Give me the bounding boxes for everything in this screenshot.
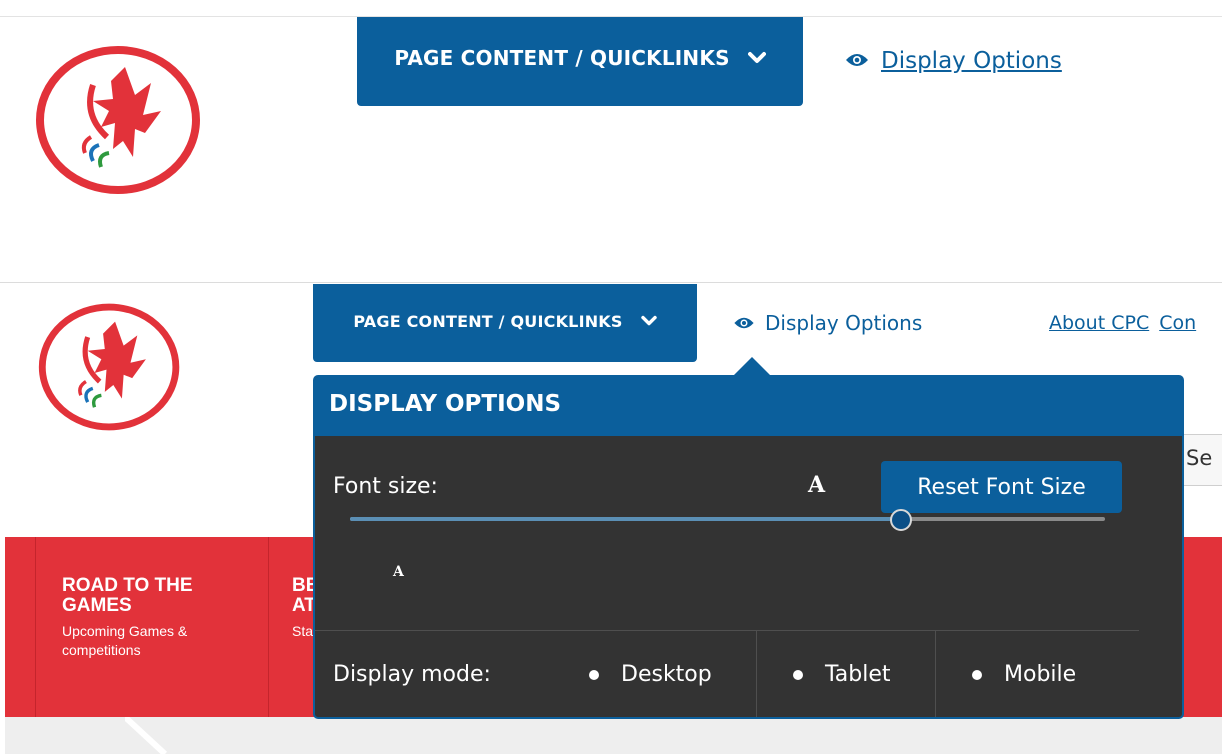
- nav-item-partial[interactable]: BE AT Sta: [292, 576, 314, 641]
- decorative-stripe: [125, 717, 168, 754]
- mode-option-tablet[interactable]: Tablet: [793, 662, 891, 687]
- display-options-label: Display Options: [881, 48, 1062, 74]
- display-options-link-active[interactable]: Display Options: [733, 311, 922, 335]
- bullet-icon: [589, 669, 599, 680]
- mode-divider: [935, 631, 936, 717]
- eye-icon: [845, 48, 869, 74]
- nav-item-subtitle: Sta: [292, 623, 314, 639]
- nav-item-subtitle: Upcoming Games & competitions: [62, 623, 188, 658]
- font-size-label: Font size:: [333, 474, 438, 499]
- about-cpc-link[interactable]: About CPC: [1049, 312, 1149, 334]
- nav-divider: [268, 537, 269, 717]
- cpc-logo[interactable]: [35, 45, 202, 195]
- nav-item-title: BE AT: [292, 576, 314, 616]
- bullet-icon: [972, 669, 982, 680]
- panel-divider: [315, 630, 1139, 631]
- search-button[interactable]: Se: [1183, 434, 1222, 486]
- cpc-logo-secondary[interactable]: [38, 294, 181, 440]
- search-label: Se: [1186, 446, 1213, 470]
- section-separator: [0, 282, 1222, 283]
- font-size-slider-fill: [350, 517, 902, 521]
- nav-divider: [35, 537, 36, 717]
- quicklinks-label: PAGE CONTENT / QUICKLINKS: [394, 45, 730, 70]
- nav-item-title: ROAD TO THE GAMES: [62, 575, 193, 616]
- mode-option-label: Mobile: [1004, 662, 1077, 687]
- mode-option-mobile[interactable]: Mobile: [972, 662, 1076, 687]
- font-size-slider-thumb[interactable]: [890, 509, 913, 531]
- quicklinks-button-secondary[interactable]: PAGE CONTENT / QUICKLINKS: [313, 284, 697, 362]
- chevron-down-icon: [640, 312, 657, 331]
- reset-font-size-button[interactable]: Reset Font Size: [881, 461, 1122, 513]
- contact-link[interactable]: Con: [1159, 312, 1196, 334]
- panel-pointer: [733, 357, 771, 376]
- utility-links: About CPC Con: [1049, 312, 1206, 334]
- bullet-icon: [793, 669, 803, 680]
- mode-option-label: Tablet: [825, 662, 891, 687]
- maple-leaf-logo-icon: [38, 303, 180, 431]
- mode-divider: [756, 631, 757, 717]
- mode-option-label: Desktop: [621, 662, 712, 687]
- display-mode-label: Display mode:: [333, 662, 491, 687]
- display-options-link[interactable]: Display Options: [845, 48, 1062, 74]
- nav-item-road-to-the-games[interactable]: ROAD TO THE GAMES Upcoming Games & compe…: [62, 576, 252, 660]
- maple-leaf-logo-icon: [36, 46, 200, 194]
- increase-font-icon[interactable]: A: [808, 472, 825, 498]
- content-band: [5, 717, 1222, 754]
- chevron-down-icon: [747, 46, 766, 70]
- panel-title: DISPLAY OPTIONS: [315, 377, 1182, 436]
- reset-font-size-label: Reset Font Size: [917, 474, 1086, 500]
- display-options-label: Display Options: [765, 311, 923, 335]
- decrease-font-icon[interactable]: A: [393, 564, 404, 580]
- eye-icon: [733, 311, 755, 335]
- quicklinks-label: PAGE CONTENT / QUICKLINKS: [353, 311, 623, 331]
- mode-option-desktop[interactable]: Desktop: [589, 662, 712, 687]
- quicklinks-button[interactable]: PAGE CONTENT / QUICKLINKS: [357, 17, 803, 106]
